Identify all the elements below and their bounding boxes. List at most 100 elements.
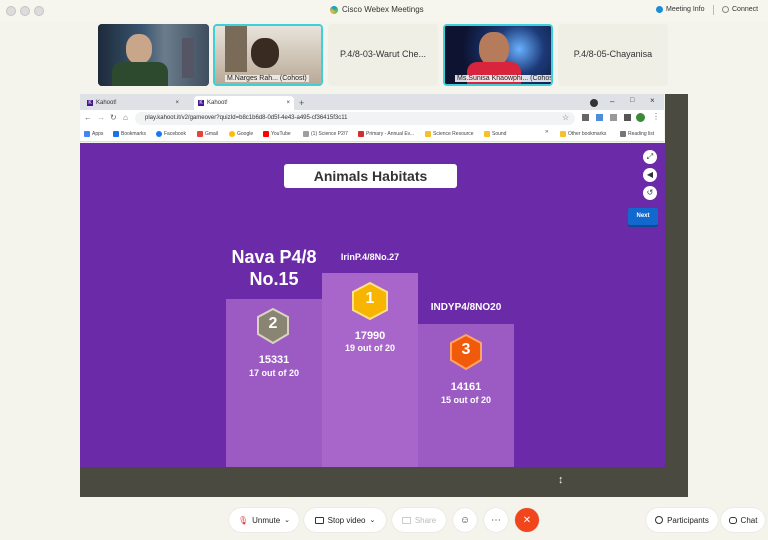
bookmark-label: Google <box>237 131 254 137</box>
close-window-icon[interactable]: × <box>650 96 655 105</box>
chat-label: Chat <box>740 515 758 525</box>
participants-button[interactable]: Participants <box>646 508 718 532</box>
reload-icon[interactable]: ↻ <box>110 113 117 122</box>
google-icon <box>229 131 235 137</box>
sound-icon[interactable]: ◀ <box>643 168 657 182</box>
browser-tab-2[interactable]: K Kahoot! × <box>194 96 294 110</box>
chevron-down-icon[interactable]: ⌄ <box>369 516 375 524</box>
bookmark-label: Facebook <box>164 131 186 137</box>
back-icon[interactable]: ← <box>84 113 92 122</box>
reading-list-icon <box>620 131 626 137</box>
end-call-button[interactable]: ✕ <box>515 508 539 532</box>
tab-label: Kahoot! <box>96 100 117 106</box>
bookmark-science-resource[interactable]: Science Resource <box>425 131 474 137</box>
home-icon[interactable]: ⌂ <box>123 113 128 122</box>
video-tile-sunisa[interactable]: Ms.Sunisa Khaowphi... (Cohost) <box>443 24 553 86</box>
person-body <box>112 62 168 86</box>
bookmark-label: Apps <box>92 131 104 137</box>
bookmark-other[interactable]: Other bookmarks <box>560 131 606 137</box>
divider <box>713 5 714 15</box>
bookmark-primary[interactable]: Primary - Annual Ev... <box>358 131 414 137</box>
podium-score-2nd: 15331 <box>258 354 290 366</box>
more-bookmarks-icon[interactable]: » <box>545 129 548 135</box>
bookmark-reading-list[interactable]: Reading list <box>620 131 654 137</box>
resize-cursor-icon: ↕ <box>558 474 564 486</box>
participant-tile-chayanisa[interactable]: P.4/8-05-Chayanisa <box>558 24 668 86</box>
bookmark-science[interactable]: (1) Science P2/7 <box>303 131 348 137</box>
bookmark-youtube[interactable]: YouTube <box>263 131 291 137</box>
tab-label: Kahoot! <box>207 100 228 106</box>
info-icon <box>656 6 663 13</box>
share-icon <box>401 516 411 524</box>
folder-icon <box>425 131 431 137</box>
profile-icon[interactable] <box>590 99 598 107</box>
close-tab-icon[interactable]: × <box>175 100 179 106</box>
kahoot-favicon-icon: K <box>198 100 204 106</box>
gmail-icon <box>197 131 203 137</box>
meeting-info-button[interactable]: Meeting Info <box>656 6 705 13</box>
bookmark-facebook[interactable]: Facebook <box>156 131 186 137</box>
participant-tile-warut[interactable]: P.4/8-03-Warut Che... <box>328 24 438 86</box>
forward-icon[interactable]: → <box>97 113 105 122</box>
reactions-button[interactable]: ☺ <box>453 508 477 532</box>
rank-number: 2 <box>268 315 278 332</box>
podium-correct-1st: 19 out of 20 <box>344 343 395 353</box>
rank-number: 1 <box>365 290 375 307</box>
window-minimize-button[interactable] <box>20 6 30 16</box>
url-text: play.kahoot.it/v2/gameover?quizId=b8c1b6… <box>145 115 348 121</box>
connect-label: Connect <box>732 6 759 13</box>
avatar[interactable] <box>636 113 645 122</box>
more-options-button[interactable]: ⋯ <box>484 508 508 532</box>
participant-name: P.4/8-03-Warut Che... <box>339 49 427 59</box>
video-tile-narges[interactable]: M.Narges Rah... (Cohost) <box>213 24 323 86</box>
close-icon: ✕ <box>522 514 532 526</box>
bookmark-label: Primary - Annual Ev... <box>366 131 414 137</box>
podium-correct-2nd: 17 out of 20 <box>248 368 299 378</box>
participants-icon <box>655 516 664 524</box>
bookmark-bookmarks[interactable]: Bookmarks <box>113 131 146 137</box>
chevron-down-icon[interactable]: ⌄ <box>284 516 290 524</box>
background-person <box>182 38 194 78</box>
extension-icon-2[interactable] <box>596 114 603 121</box>
star-icon[interactable]: ☆ <box>562 113 569 122</box>
facebook-icon <box>156 131 162 137</box>
star-icon <box>113 131 119 137</box>
extensions-puzzle-icon[interactable] <box>624 114 631 121</box>
connect-icon <box>722 6 729 13</box>
person-head <box>126 34 152 64</box>
bookmark-label: Gmail <box>205 131 219 137</box>
connect-button[interactable]: Connect <box>722 6 758 13</box>
participant-name: P.4/8-05-Chayanisa <box>573 49 653 59</box>
stop-video-label: Stop video <box>327 515 366 525</box>
bookmark-label: Science Resource <box>433 131 474 137</box>
bookmark-label: Sound <box>492 131 507 137</box>
bookmark-sound[interactable]: Sound <box>484 131 506 137</box>
window-zoom-button[interactable] <box>34 6 44 16</box>
podium-name-1st: IrinP.4/8No.27 <box>340 252 400 262</box>
bookmark-apps[interactable]: Apps <box>84 131 103 137</box>
stop-video-button[interactable]: Stop video ⌄ <box>304 508 386 532</box>
minimize-icon[interactable]: – <box>610 97 614 106</box>
video-tile-teacher[interactable] <box>98 24 209 86</box>
browser-tab-1[interactable]: K Kahoot! × <box>83 96 183 110</box>
fullscreen-icon[interactable]: ⤢ <box>643 150 657 164</box>
share-button[interactable]: Share <box>392 508 446 532</box>
close-tab-icon[interactable]: × <box>286 100 290 106</box>
extension-icon[interactable] <box>582 114 589 121</box>
maximize-icon[interactable]: □ <box>630 97 634 104</box>
folder-icon <box>484 131 490 137</box>
address-bar[interactable]: play.kahoot.it/v2/gameover?quizId=b8c1b6… <box>135 112 575 125</box>
bookmark-gmail[interactable]: Gmail <box>197 131 218 137</box>
extension-icon-3[interactable] <box>610 114 617 121</box>
next-button[interactable]: Next <box>628 208 658 225</box>
unmute-button[interactable]: 🎙 Unmute ⌄ <box>229 508 299 532</box>
chat-button[interactable]: Chat <box>721 508 765 532</box>
shared-screen-margin <box>665 94 688 497</box>
bookmark-google[interactable]: Google <box>229 131 253 137</box>
person-head <box>251 38 279 68</box>
new-tab-icon[interactable]: + <box>299 98 304 108</box>
apps-icon <box>84 131 90 137</box>
restart-icon[interactable]: ↺ <box>643 186 657 200</box>
window-close-button[interactable] <box>6 6 16 16</box>
menu-icon[interactable]: ⋮ <box>652 112 660 121</box>
